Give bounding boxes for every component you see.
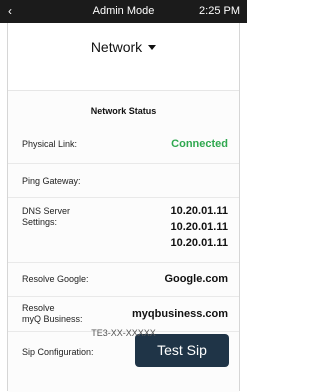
resolve-google-value: Google.com — [164, 273, 228, 285]
physical-link-label: Physical Link: — [22, 139, 78, 149]
content-frame: Network Network Status Physical Link: Co… — [7, 23, 240, 392]
dns-server-label-line2: Settings: — [22, 217, 58, 227]
clock: 2:25 PM — [199, 5, 240, 17]
test-sip-button[interactable]: Test Sip — [135, 334, 229, 367]
resolve-myq-label-line2: myQ Business: — [22, 314, 83, 324]
row-ping-gateway: Ping Gateway: — [8, 164, 239, 198]
dns-value-3: 10.20.01.11 — [170, 237, 228, 249]
device-id: TE3-XX-XXXXX — [91, 328, 156, 338]
physical-link-status: Connected — [171, 138, 228, 150]
network-menu[interactable]: Network — [8, 39, 239, 55]
row-sip-config: Sip Configuration: Test Sip — [8, 332, 239, 376]
dns-server-values: 10.20.01.11 10.20.01.11 10.20.01.11 — [170, 203, 228, 251]
resolve-myq-value: myqbusiness.com — [132, 308, 228, 320]
row-physical-link: Physical Link: Connected — [8, 123, 239, 164]
network-menu-label: Network — [90, 39, 143, 55]
row-resolve-myq: Resolve myQ Business: myqbusiness.com — [8, 297, 239, 332]
ping-gateway-label: Ping Gateway: — [22, 176, 81, 186]
dns-value-1: 10.20.01.11 — [170, 205, 228, 217]
resolve-google-label: Resolve Google: — [22, 274, 89, 284]
dns-value-2: 10.20.01.11 — [170, 221, 228, 233]
dns-server-label-line1: DNS Server — [22, 206, 71, 216]
resolve-myq-label-line1: Resolve — [22, 303, 55, 313]
caret-down-icon — [148, 44, 157, 50]
dns-server-label: DNS Server Settings: — [22, 206, 70, 228]
row-dns-server: DNS Server Settings: 10.20.01.11 10.20.0… — [8, 198, 239, 263]
sip-config-label: Sip Configuration: — [22, 347, 94, 357]
top-bar: ‹ Admin Mode 2:25 PM — [0, 0, 247, 23]
row-resolve-google: Resolve Google: Google.com — [8, 263, 239, 297]
resolve-myq-label: Resolve myQ Business: — [22, 303, 83, 325]
network-status-title: Network Status — [90, 106, 157, 116]
network-status-panel: Network Status Physical Link: Connected … — [8, 90, 239, 392]
